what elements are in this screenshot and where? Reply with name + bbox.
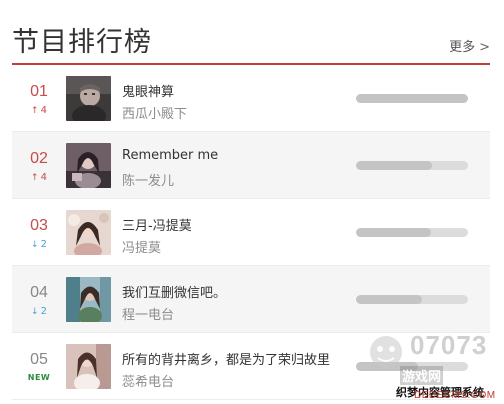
ranking-list: 01 ↑ 4 鬼眼神算 西瓜小殿下 02 ↑ 4 Remember me 陈一发… (12, 65, 490, 400)
program-artist[interactable]: 程一电台 (122, 304, 174, 323)
ranking-row[interactable]: 04 ↓ 2 我们互删微信吧。 程一电台 (12, 266, 490, 333)
popularity-bar (356, 228, 468, 237)
new-badge: NEW (27, 373, 51, 382)
page-title: 节目排行榜 (12, 27, 152, 58)
program-artist[interactable]: 冯提莫 (122, 237, 161, 256)
popularity-bar (356, 362, 468, 371)
rank-number: 02 (30, 150, 48, 167)
cover-thumbnail[interactable] (66, 344, 111, 389)
rank-trend: ↑ 4 (24, 172, 54, 183)
arrow-up-icon: ↑ (31, 173, 39, 183)
more-link-label: 更多 (449, 40, 476, 55)
ranking-row[interactable]: 03 ↓ 2 三月-冯提莫 冯提莫 (12, 199, 490, 266)
popularity-fill (356, 362, 418, 371)
arrow-down-icon: ↓ (31, 240, 39, 250)
program-title[interactable]: Remember me (122, 148, 218, 163)
program-artist[interactable]: 蕊希电台 (122, 371, 174, 390)
ranking-header: 节目排行榜 更多 > (0, 0, 504, 64)
cover-thumbnail[interactable] (66, 76, 111, 121)
rank-trend: ↑ 4 (24, 105, 54, 116)
popularity-fill (356, 94, 468, 103)
chevron-right-icon: > (479, 40, 490, 55)
rank-trend: ↓ 2 (24, 239, 54, 250)
cover-thumbnail[interactable] (66, 143, 111, 188)
ranking-row[interactable]: 02 ↑ 4 Remember me 陈一发儿 (12, 132, 490, 199)
popularity-bar (356, 161, 468, 170)
arrow-down-icon: ↓ (31, 307, 39, 317)
cover-thumbnail[interactable] (66, 277, 111, 322)
trend-value: 4 (40, 172, 47, 183)
program-title[interactable]: 所有的背井离乡，都是为了荣归故里 (122, 349, 330, 368)
rank-trend: NEW (24, 373, 54, 382)
rank-trend: ↓ 2 (24, 306, 54, 317)
trend-value: 2 (40, 239, 47, 250)
program-title[interactable]: 三月-冯提莫 (122, 215, 192, 234)
popularity-fill (356, 228, 432, 237)
trend-value: 2 (40, 306, 47, 317)
trend-value: 4 (40, 105, 47, 116)
rank-number: 05 (30, 351, 48, 368)
rank-number: 04 (30, 284, 48, 301)
ranking-page: 节目排行榜 更多 > 01 ↑ 4 鬼眼神算 西瓜小殿下 02 ↑ 4 Reme… (0, 0, 504, 404)
program-title[interactable]: 鬼眼神算 (122, 81, 174, 100)
cover-thumbnail[interactable] (66, 210, 111, 255)
popularity-fill (356, 295, 423, 304)
popularity-bar (356, 295, 468, 304)
more-link[interactable]: 更多 > (449, 36, 490, 55)
popularity-fill (356, 161, 433, 170)
ranking-row[interactable]: 05 NEW 所有的背井离乡，都是为了荣归故里 蕊希电台 (12, 333, 490, 400)
rank-number: 01 (30, 83, 48, 100)
arrow-up-icon: ↑ (31, 106, 39, 116)
program-artist[interactable]: 西瓜小殿下 (122, 103, 187, 122)
ranking-row[interactable]: 01 ↑ 4 鬼眼神算 西瓜小殿下 (12, 65, 490, 132)
program-artist[interactable]: 陈一发儿 (122, 170, 174, 189)
program-title[interactable]: 我们互删微信吧。 (122, 282, 226, 301)
rank-number: 03 (30, 217, 48, 234)
popularity-bar (356, 94, 468, 103)
